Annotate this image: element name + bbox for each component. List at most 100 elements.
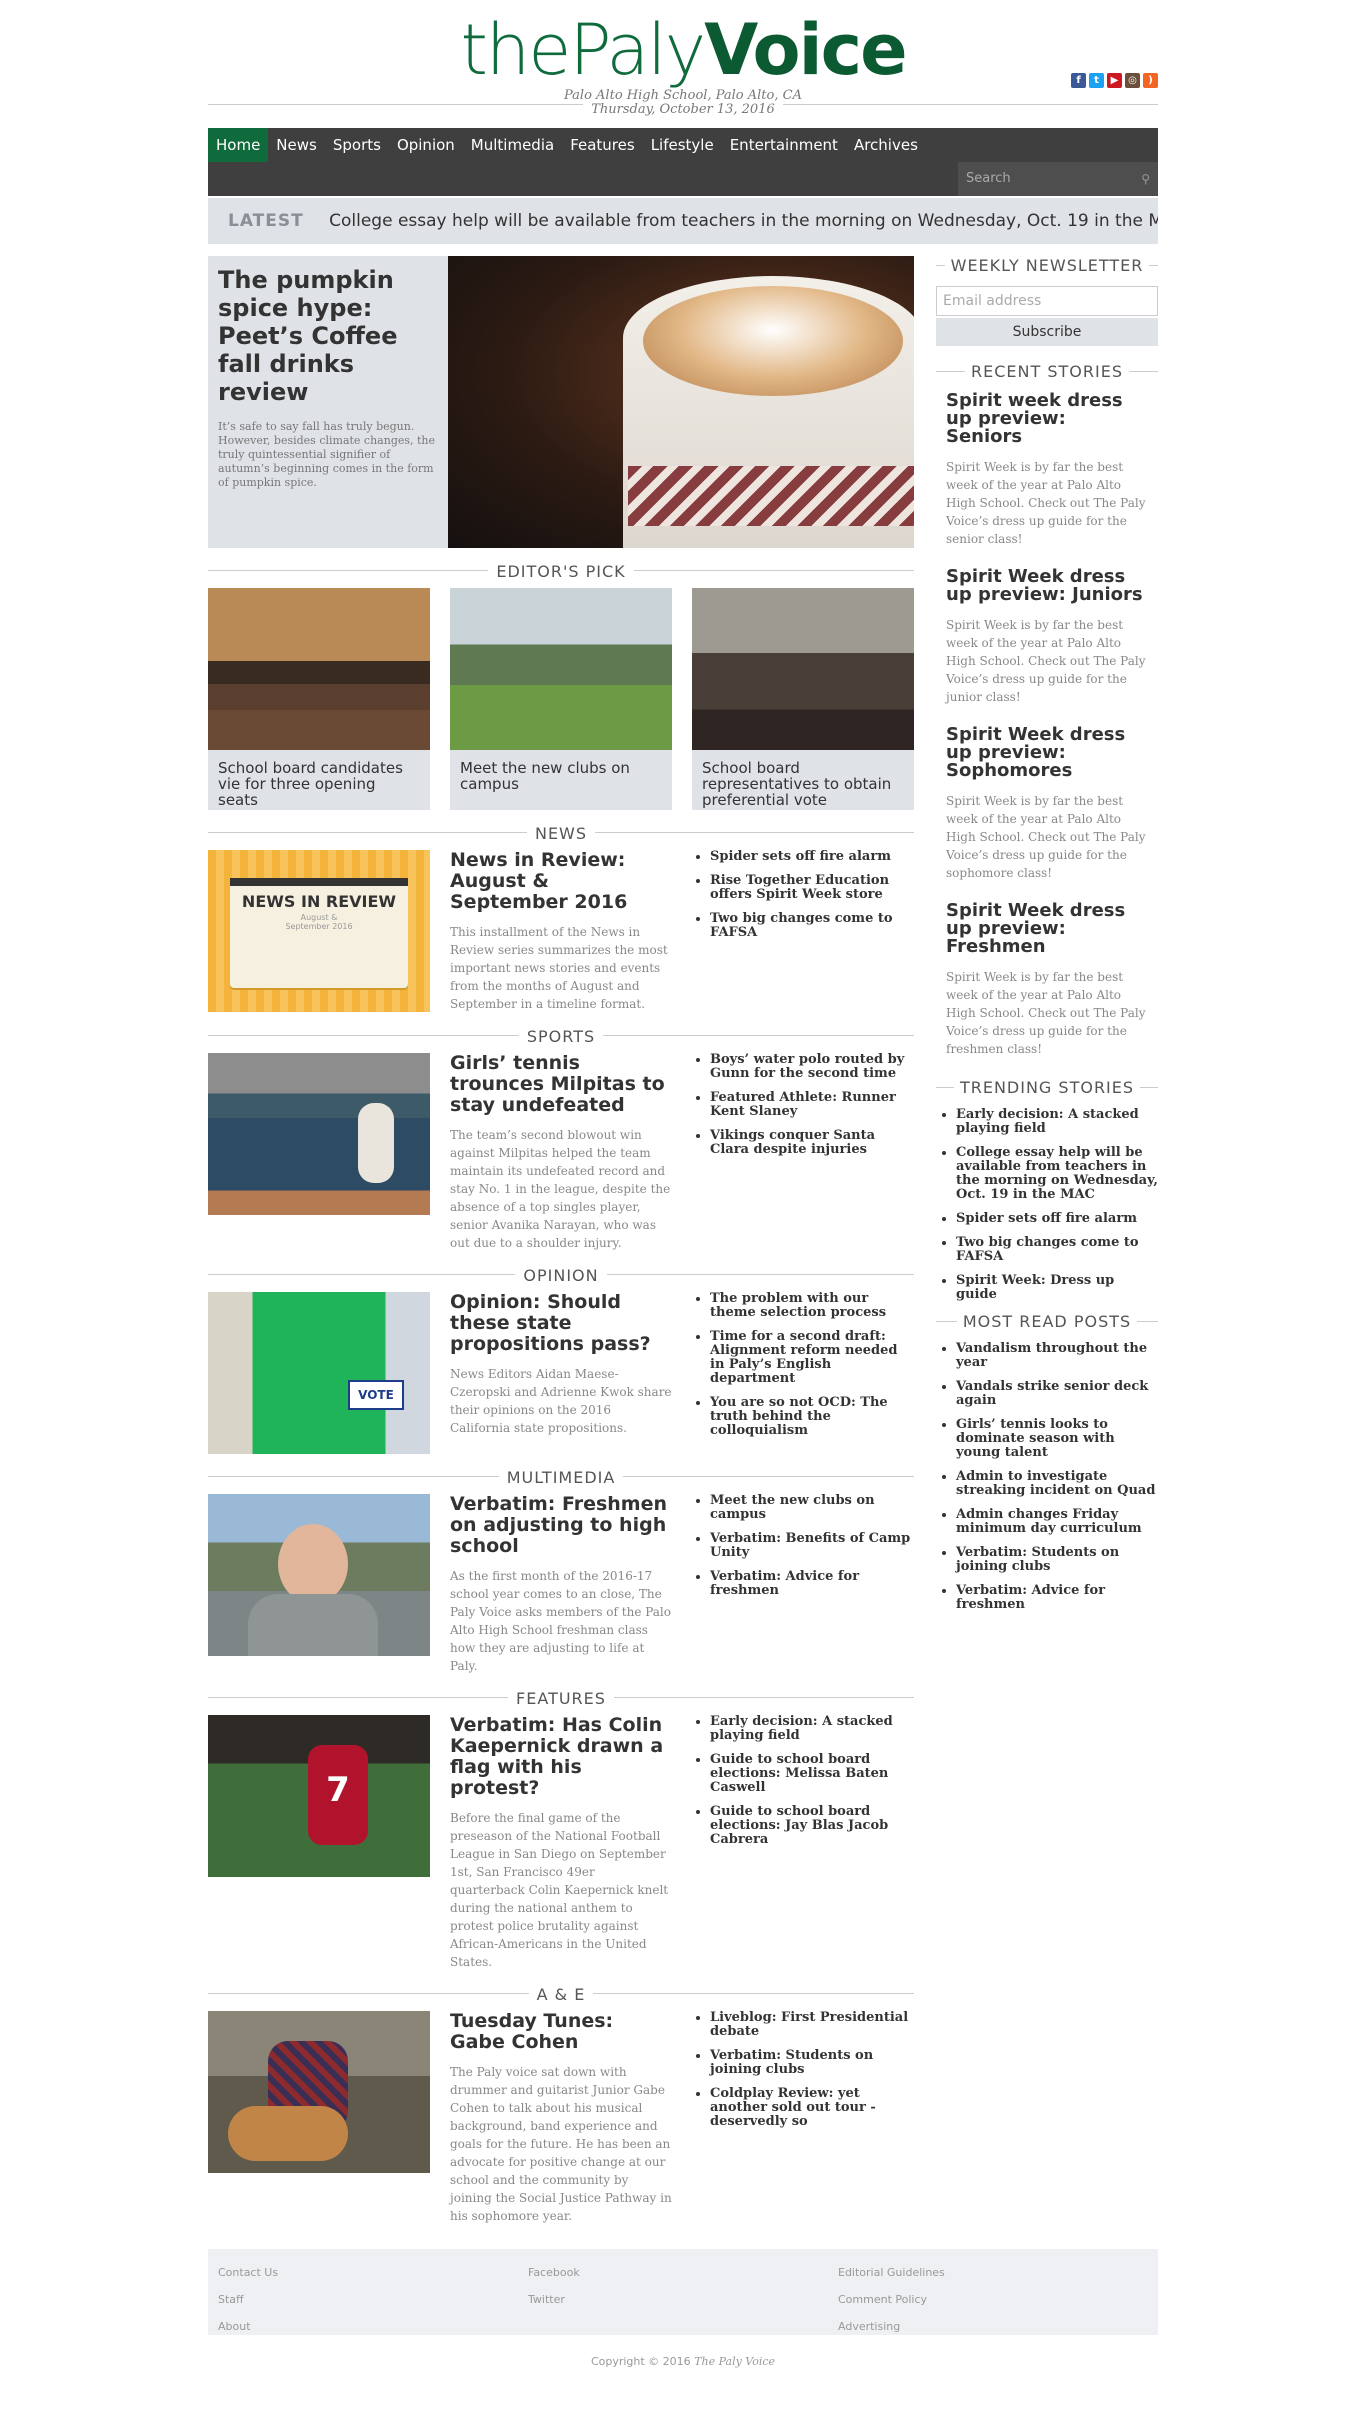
nav-news[interactable]: News	[268, 128, 325, 162]
editors-pick-caption[interactable]: School board representatives to obtain p…	[692, 750, 914, 810]
search-icon[interactable]: ⚲	[1141, 162, 1150, 196]
nav-features[interactable]: Features	[562, 128, 643, 162]
trending-item[interactable]: Spider sets off fire alarm	[956, 1212, 1158, 1226]
ae-link[interactable]: Verbatim: Students on joining clubs	[710, 2049, 914, 2077]
editors-pick-item[interactable]: Meet the new clubs on campus	[450, 588, 672, 810]
recent-story-title[interactable]: Spirit Week dress up preview: Freshmen	[946, 902, 1148, 956]
mostread-item[interactable]: Vandalism throughout the year	[956, 1342, 1158, 1370]
recent-story-title[interactable]: Spirit week dress up preview: Seniors	[946, 392, 1148, 446]
ae-link[interactable]: Coldplay Review: yet another sold out to…	[710, 2087, 914, 2129]
footer-link-editorial[interactable]: Editorial Guidelines	[838, 2259, 1148, 2286]
mostread-item[interactable]: Admin changes Friday minimum day curricu…	[956, 1508, 1158, 1536]
opinion-link[interactable]: You are so not OCD: The truth behind the…	[710, 1396, 914, 1438]
mostread-item[interactable]: Vandals strike senior deck again	[956, 1380, 1158, 1408]
editors-pick-image[interactable]	[208, 588, 430, 750]
site-logo[interactable]: thePalyVoice	[208, 0, 1158, 86]
search-input[interactable]: Search ⚲	[958, 162, 1158, 196]
mostread-item[interactable]: Verbatim: Students on joining clubs	[956, 1546, 1158, 1574]
footer-col-policies: Editorial Guidelines Comment Policy Adve…	[838, 2259, 1148, 2333]
recent-story-title[interactable]: Spirit Week dress up preview: Juniors	[946, 568, 1148, 604]
news-link[interactable]: Rise Together Education offers Spirit We…	[710, 874, 914, 902]
editors-pick-item[interactable]: School board candidates vie for three op…	[208, 588, 430, 810]
recent-story[interactable]: Spirit Week dress up preview: Sophomores…	[936, 726, 1158, 882]
footer-col-social: Facebook Twitter	[528, 2259, 838, 2325]
footer-link-staff[interactable]: Staff	[218, 2286, 528, 2313]
editors-pick-item[interactable]: School board representatives to obtain p…	[692, 588, 914, 810]
multimedia-link[interactable]: Meet the new clubs on campus	[710, 1494, 914, 1522]
ae-image[interactable]	[208, 2011, 430, 2173]
nav-archives[interactable]: Archives	[846, 128, 926, 162]
recent-story-title[interactable]: Spirit Week dress up preview: Sophomores	[946, 726, 1148, 780]
mostread-heading-text: MOST READ POSTS	[956, 1312, 1138, 1331]
hero-title[interactable]: The pumpkin spice hype: Peet’s Coffee fa…	[218, 266, 438, 406]
hero-summary: It’s safe to say fall has truly begun. H…	[218, 420, 436, 489]
opinion-link[interactable]: Time for a second draft: Alignment refor…	[710, 1330, 914, 1386]
footer: Contact Us Staff About Facebook Twitter …	[208, 2249, 1158, 2335]
facebook-icon[interactable]: f	[1071, 73, 1086, 88]
opinion-link[interactable]: The problem with our theme selection pro…	[710, 1292, 914, 1320]
news-title[interactable]: News in Review: August & September 2016	[450, 850, 672, 913]
features-link[interactable]: Early decision: A stacked playing field	[710, 1715, 914, 1743]
footer-link-contact[interactable]: Contact Us	[218, 2259, 528, 2286]
opinion-title[interactable]: Opinion: Should these state propositions…	[450, 1292, 672, 1355]
nav-multimedia[interactable]: Multimedia	[463, 128, 562, 162]
opinion-image[interactable]: VOTE	[208, 1292, 430, 1454]
nav-home[interactable]: Home	[208, 128, 269, 162]
trending-item[interactable]: Early decision: A stacked playing field	[956, 1108, 1158, 1136]
editors-pick-caption[interactable]: School board candidates vie for three op…	[208, 750, 430, 810]
mostread-item[interactable]: Girls’ tennis looks to dominate season w…	[956, 1418, 1158, 1460]
editors-pick-image[interactable]	[450, 588, 672, 750]
multimedia-links: Meet the new clubs on campus Verbatim: B…	[692, 1494, 914, 1675]
rss-icon[interactable]: )	[1143, 73, 1158, 88]
ae-link[interactable]: Liveblog: First Presidential debate	[710, 2011, 914, 2039]
instagram-icon[interactable]: ◎	[1125, 73, 1140, 88]
sports-link[interactable]: Vikings conquer Santa Clara despite inju…	[710, 1129, 914, 1157]
features-image[interactable]: 7	[208, 1715, 430, 1877]
editors-pick-image[interactable]	[692, 588, 914, 750]
news-link[interactable]: Spider sets off fire alarm	[710, 850, 914, 864]
footer-link-about[interactable]: About	[218, 2313, 528, 2340]
multimedia-link[interactable]: Verbatim: Advice for freshmen	[710, 1570, 914, 1598]
nav-opinion[interactable]: Opinion	[389, 128, 463, 162]
footer-link-advertising[interactable]: Advertising	[838, 2313, 1148, 2340]
features-title[interactable]: Verbatim: Has Colin Kaepernick drawn a f…	[450, 1715, 672, 1799]
news-image[interactable]: NEWS IN REVIEW August & September 2016	[208, 850, 430, 1012]
twitter-icon[interactable]: t	[1089, 73, 1104, 88]
mostread-item[interactable]: Verbatim: Advice for freshmen	[956, 1584, 1158, 1612]
multimedia-title[interactable]: Verbatim: Freshmen on adjusting to high …	[450, 1494, 672, 1557]
trending-item[interactable]: Two big changes come to FAFSA	[956, 1236, 1158, 1264]
ae-title[interactable]: Tuesday Tunes: Gabe Cohen	[450, 2011, 672, 2053]
features-link[interactable]: Guide to school board elections: Jay Bla…	[710, 1805, 914, 1847]
trending-item[interactable]: Spirit Week: Dress up guide	[956, 1274, 1158, 1302]
editors-pick-caption[interactable]: Meet the new clubs on campus	[450, 750, 672, 810]
sports-link[interactable]: Featured Athlete: Runner Kent Slaney	[710, 1091, 914, 1119]
multimedia-image[interactable]	[208, 1494, 430, 1656]
hero-story[interactable]: The pumpkin spice hype: Peet’s Coffee fa…	[208, 256, 914, 548]
subscribe-button[interactable]: Subscribe	[936, 318, 1158, 346]
sports-link[interactable]: Boys’ water polo routed by Gunn for the …	[710, 1053, 914, 1081]
news-link[interactable]: Two big changes come to FAFSA	[710, 912, 914, 940]
nav-entertainment[interactable]: Entertainment	[722, 128, 846, 162]
footer-link-twitter[interactable]: Twitter	[528, 2286, 838, 2313]
footer-link-comment-policy[interactable]: Comment Policy	[838, 2286, 1148, 2313]
footer-link-facebook[interactable]: Facebook	[528, 2259, 838, 2286]
guitar-shape	[228, 2106, 348, 2161]
nav-sports[interactable]: Sports	[325, 128, 389, 162]
features-link[interactable]: Guide to school board elections: Melissa…	[710, 1753, 914, 1795]
mostread-item[interactable]: Admin to investigate streaking incident …	[956, 1470, 1158, 1498]
trending-item[interactable]: College essay help will be available fro…	[956, 1146, 1158, 1202]
email-field[interactable]: Email address	[936, 286, 1158, 316]
youtube-icon[interactable]: ▶	[1107, 73, 1122, 88]
recent-story[interactable]: Spirit week dress up preview: Seniors Sp…	[936, 392, 1158, 548]
editors-pick-heading-text: EDITOR'S PICK	[488, 562, 634, 581]
latest-headline[interactable]: College essay help will be available fro…	[329, 211, 1158, 231]
copyright-name: The Paly Voice	[694, 2355, 776, 2368]
sports-title[interactable]: Girls’ tennis trounces Milpitas to stay …	[450, 1053, 672, 1116]
recent-story[interactable]: Spirit Week dress up preview: Juniors Sp…	[936, 568, 1158, 706]
recent-story[interactable]: Spirit Week dress up preview: Freshmen S…	[936, 902, 1158, 1058]
multimedia-link[interactable]: Verbatim: Benefits of Camp Unity	[710, 1532, 914, 1560]
opinion-section: VOTE Opinion: Should these state proposi…	[208, 1292, 914, 1454]
hero-image[interactable]	[448, 256, 914, 548]
nav-lifestyle[interactable]: Lifestyle	[643, 128, 722, 162]
sports-image[interactable]	[208, 1053, 430, 1215]
